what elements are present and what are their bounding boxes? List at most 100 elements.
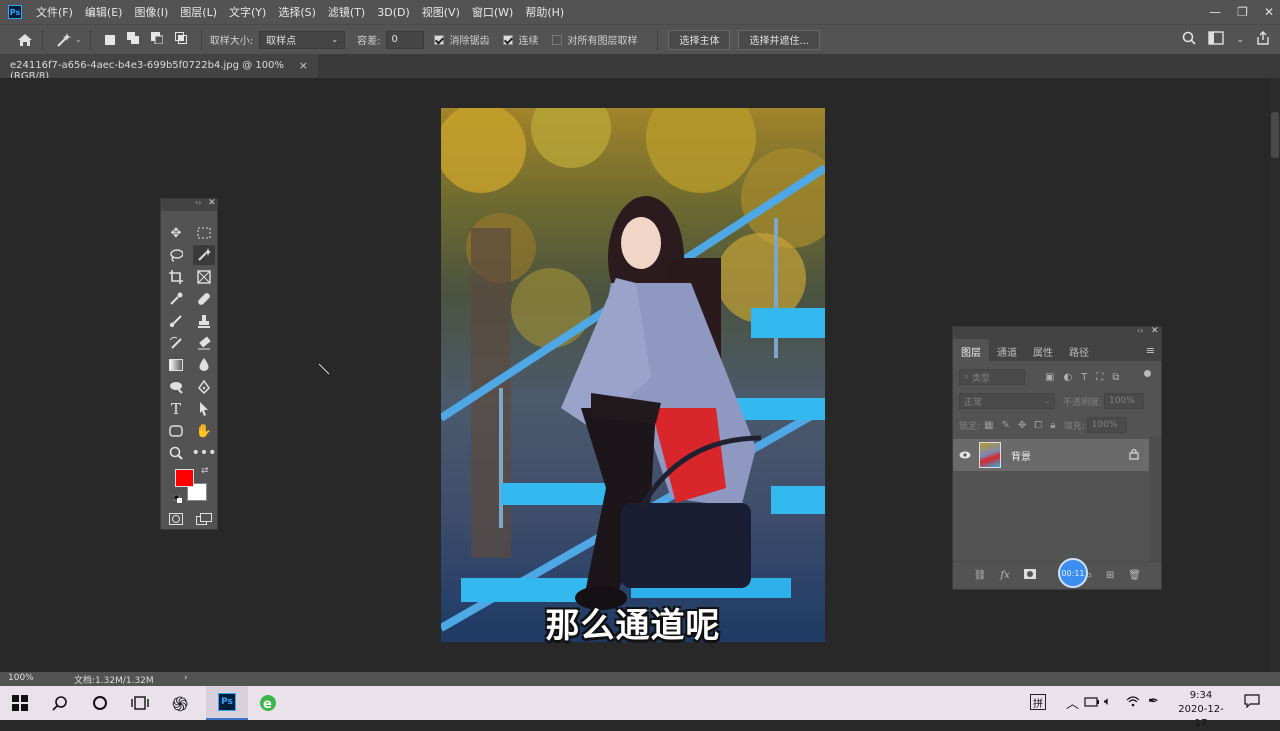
new-layer-icon[interactable]: ⊞ [1106,570,1114,581]
history-brush-tool-icon[interactable] [165,333,187,353]
magic-wand-preset-icon[interactable]: ⌄ [55,32,82,48]
eye-icon[interactable] [953,451,977,459]
adjustment-filter-icon[interactable]: ◐ [1063,372,1072,383]
menu-layer[interactable]: 图层(L) [180,4,217,20]
blend-mode-select[interactable]: 正常 ⌄ [959,393,1055,409]
lock-pixels-icon[interactable]: ✎ [1002,420,1010,431]
search-icon[interactable] [1182,31,1197,48]
tab-paths[interactable]: 路径 [1061,339,1097,361]
select-and-mask-button[interactable]: 选择并遮住... [738,29,820,50]
close-icon[interactable]: ✕ [208,198,216,208]
layer-row-background[interactable]: 背景 [953,439,1149,471]
close-icon[interactable]: ✕ [1151,326,1159,336]
clock[interactable]: 9:34 2020-12-17 [1172,689,1230,731]
pen-icon[interactable]: ✒︎ [1148,694,1159,709]
move-tool-icon[interactable]: ✥ [165,223,187,243]
workspace-icon[interactable] [1208,31,1225,48]
pixel-filter-icon[interactable]: ▣ [1045,372,1054,383]
quick-mask-icon[interactable] [165,509,187,529]
brush-tool-icon[interactable] [165,311,187,331]
volume-icon[interactable]: 🔈︎ [1104,694,1111,709]
cortana-icon[interactable] [80,686,120,720]
sample-all-layers-checkbox[interactable] [552,34,563,45]
magic-wand-tool-icon[interactable] [193,245,215,265]
intersect-selection-icon[interactable] [174,32,187,47]
status-menu-arrow-icon[interactable]: › [184,673,188,683]
battery-icon[interactable] [1084,696,1100,711]
menu-view[interactable]: 视图(V) [422,4,460,20]
menu-select[interactable]: 选择(S) [278,4,316,20]
lock-transparency-icon[interactable]: ▦ [984,420,993,431]
photoshop-taskbar-icon[interactable]: Ps [206,686,248,720]
smart-object-filter-icon[interactable]: ⧉ [1112,372,1119,383]
menu-filter[interactable]: 滤镜(T) [328,4,365,20]
document-image[interactable] [441,108,825,642]
screen-mode-icon[interactable] [193,509,215,529]
windows-start-icon[interactable] [0,686,40,720]
hand-tool-icon[interactable]: ✋ [193,421,215,441]
foreground-color-swatch[interactable] [175,469,194,487]
add-mask-icon[interactable] [1023,569,1036,582]
chevron-down-icon[interactable]: ⌄ [1236,35,1244,45]
home-icon[interactable] [16,33,34,47]
document-tab[interactable]: e24116f7-a656-4aec-b4e3-699b5f0722b4.jpg… [0,54,318,82]
default-colors-icon[interactable] [173,493,182,503]
vertical-scrollbar[interactable] [1270,78,1280,672]
app-swirl-icon[interactable]: ֍ [160,686,200,720]
select-subject-button[interactable]: 选择主体 [668,29,731,50]
subtract-selection-icon[interactable] [150,32,164,47]
stamp-tool-icon[interactable] [193,311,215,331]
lock-artboard-icon[interactable]: ⧠ [1034,420,1042,431]
add-selection-icon[interactable] [126,32,139,47]
panel-menu-icon[interactable]: ≡ [1146,344,1155,357]
panel-scrollbar[interactable] [1149,437,1161,563]
menu-image[interactable]: 图像(I) [134,4,168,20]
pen-tool-icon[interactable] [193,377,215,397]
contiguous-checkbox[interactable] [503,34,514,45]
tab-layers[interactable]: 图层 [953,339,989,361]
zoom-level[interactable]: 100% [8,673,34,683]
anti-alias-checkbox[interactable] [434,34,445,45]
menu-help[interactable]: 帮助(H) [525,4,564,20]
lock-position-icon[interactable]: ✥ [1018,420,1026,431]
wifi-icon[interactable] [1126,695,1140,710]
fill-input[interactable]: 100% [1086,417,1127,433]
gradient-tool-icon[interactable] [165,355,187,375]
lock-all-icon[interactable]: 🔒︎ [1050,420,1055,431]
marquee-tool-icon[interactable] [193,223,215,243]
layer-style-icon[interactable]: fx [1000,570,1009,581]
type-filter-icon[interactable]: T [1081,372,1087,383]
collapse-icon[interactable]: ‹› [1137,326,1143,335]
more-tools-icon[interactable]: ••• [192,443,217,463]
ime-indicator[interactable]: 拼 [1030,694,1046,710]
menu-3d[interactable]: 3D(D) [377,6,410,19]
frame-tool-icon[interactable] [193,267,215,287]
sample-size-select[interactable]: 取样点 ⌄ [259,30,346,49]
scrollbar-thumb[interactable] [1271,112,1279,158]
tools-panel-header[interactable]: ‹› ✕ [161,198,217,211]
collapse-icon[interactable]: ‹› [195,198,201,207]
type-tool-icon[interactable]: T [165,399,187,419]
tab-properties[interactable]: 属性 [1025,339,1061,361]
eraser-tool-icon[interactable] [193,333,215,353]
filter-toggle-icon[interactable] [1144,370,1151,377]
link-layers-icon[interactable]: ⛓ [974,570,987,581]
layers-panel-header[interactable]: ‹› ✕ [953,326,1161,339]
menu-file[interactable]: 文件(F) [36,4,73,20]
shape-tool-icon[interactable] [165,421,187,441]
healing-brush-tool-icon[interactable] [193,289,215,309]
dodge-tool-icon[interactable] [165,377,187,397]
zoom-tool-icon[interactable] [165,443,187,463]
document-info[interactable]: 文档:1.32M/1.32M [74,673,154,686]
notification-icon[interactable] [1244,694,1260,711]
crop-tool-icon[interactable] [165,267,187,287]
lasso-tool-icon[interactable] [165,245,187,265]
close-window-button[interactable]: ✕ [1264,5,1274,19]
delete-layer-icon[interactable]: 🗑︎ [1128,570,1141,581]
blur-tool-icon[interactable] [193,355,215,375]
shape-filter-icon[interactable]: ⛶ [1096,372,1103,383]
search-icon[interactable] [40,686,80,720]
menu-type[interactable]: 文字(Y) [229,4,266,20]
opacity-input[interactable]: 100% [1104,393,1145,409]
task-view-icon[interactable] [120,686,160,720]
